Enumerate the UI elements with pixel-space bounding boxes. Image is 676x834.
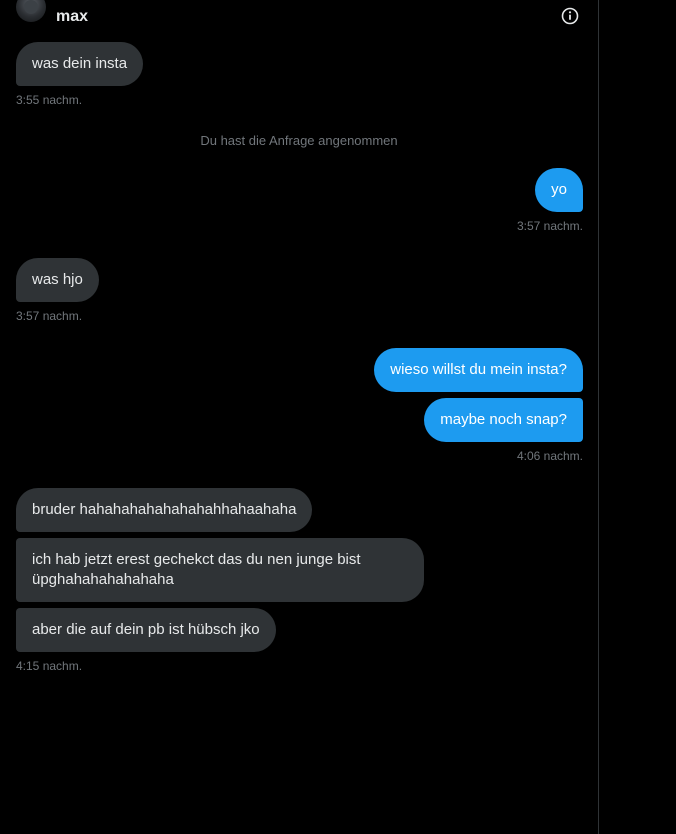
- contact-name[interactable]: max: [56, 8, 88, 26]
- system-notice: Du hast die Anfrage angenommen: [200, 133, 398, 148]
- incoming-message[interactable]: was hjo: [16, 258, 99, 302]
- incoming-message[interactable]: bruder hahahahahahahahahhahaahaha: [16, 488, 313, 532]
- info-icon[interactable]: [561, 7, 579, 25]
- dm-page: max was dein insta 3:55 nachm. Du hast d…: [0, 0, 676, 834]
- message-timestamp: 4:06 nachm.: [516, 449, 583, 463]
- incoming-message[interactable]: ich hab jetzt erest gechekct das du nen …: [16, 538, 424, 602]
- message-text-line: üpghahahahahahaha: [32, 571, 174, 588]
- panel-divider: [598, 0, 599, 834]
- avatar[interactable]: [16, 0, 46, 22]
- outgoing-message[interactable]: wieso willst du mein insta?: [374, 348, 583, 392]
- message-timestamp: 3:55 nachm.: [16, 93, 83, 107]
- outgoing-message[interactable]: yo: [535, 168, 583, 212]
- incoming-message[interactable]: was dein insta: [16, 42, 144, 86]
- conversation-header: max: [0, 0, 598, 34]
- conversation-panel: max was dein insta 3:55 nachm. Du hast d…: [0, 0, 598, 834]
- message-timestamp: 3:57 nachm.: [516, 219, 583, 233]
- message-timestamp: 3:57 nachm.: [16, 309, 83, 323]
- incoming-message[interactable]: aber die auf dein pb ist hübsch jko: [16, 608, 276, 652]
- message-text-line: ich hab jetzt erest gechekct das du nen …: [32, 551, 361, 568]
- message-timestamp: 4:15 nachm.: [16, 659, 83, 673]
- avatar-image: [24, 0, 38, 14]
- outgoing-message[interactable]: maybe noch snap?: [424, 398, 583, 442]
